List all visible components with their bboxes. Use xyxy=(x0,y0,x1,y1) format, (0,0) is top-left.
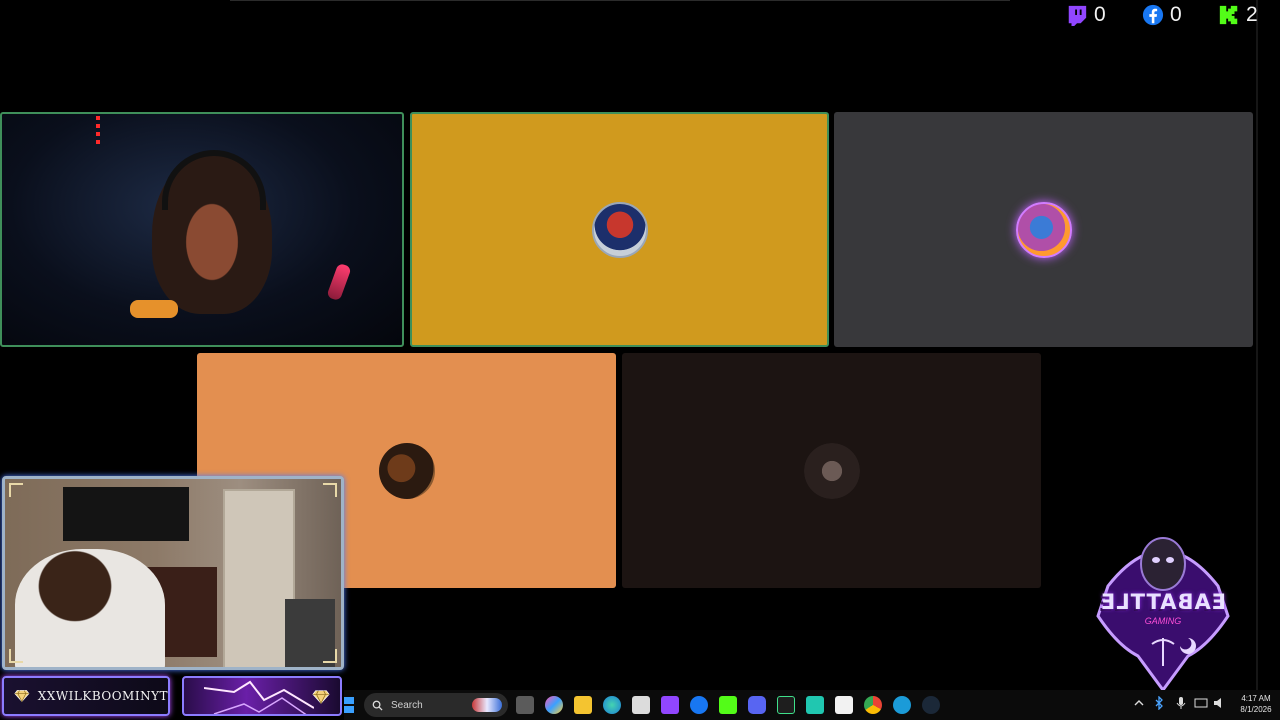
channel-logo: EABATTLE GAMING xyxy=(1088,526,1238,693)
streamer-video xyxy=(15,549,165,667)
task-view-icon[interactable] xyxy=(516,696,534,714)
microphone xyxy=(326,262,352,302)
frame-corner xyxy=(323,649,337,663)
participant-avatar xyxy=(591,201,648,258)
facebook-count: 0 xyxy=(1170,3,1182,26)
frame-corner xyxy=(9,483,23,497)
chrome-icon[interactable] xyxy=(864,696,882,714)
streamer-nameplate: XXWILKBOOMINYT xyxy=(2,676,170,716)
facebook-icon xyxy=(1142,4,1164,26)
streamer-username: XXWILKBOOMINYT xyxy=(37,689,168,703)
participant-avatar xyxy=(803,442,860,499)
copilot-icon[interactable] xyxy=(545,696,563,714)
top-divider xyxy=(230,0,1010,1)
volume-icon[interactable] xyxy=(1212,696,1226,710)
obs-icon[interactable] xyxy=(806,696,824,714)
facebook-app-icon[interactable] xyxy=(690,696,708,714)
twitch-app-icon[interactable] xyxy=(661,696,679,714)
participant-tile-dark[interactable] xyxy=(622,353,1041,588)
app-a-icon[interactable] xyxy=(777,696,795,714)
browser-icon[interactable] xyxy=(893,696,911,714)
wall-tv xyxy=(63,487,189,541)
participant-avatar xyxy=(378,442,435,499)
clock-time: 4:17 AM xyxy=(1241,694,1271,703)
participant-avatar xyxy=(1015,201,1072,258)
network-icon[interactable] xyxy=(1194,696,1208,710)
clock-date: 8/1/2026 xyxy=(1240,705,1272,714)
headset xyxy=(162,150,266,210)
logo-text: EABATTLE xyxy=(1099,590,1227,614)
logo-subtext: GAMING xyxy=(1144,616,1182,626)
shirt-logo xyxy=(130,300,178,318)
lightning-icon xyxy=(204,680,314,714)
tiktok-live-icon[interactable] xyxy=(835,696,853,714)
participant-tile-gray[interactable] xyxy=(834,112,1253,347)
kick-viewer-counter: 2 xyxy=(1218,2,1258,28)
system-clock[interactable]: 4:17 AM 8/1/2026 xyxy=(1234,693,1278,715)
file-explorer-icon[interactable] xyxy=(574,696,592,714)
store-icon[interactable] xyxy=(632,696,650,714)
search-highlight-icon xyxy=(472,698,502,712)
search-placeholder: Search xyxy=(391,699,423,711)
participant-video-tile[interactable] xyxy=(0,112,404,347)
edge-icon[interactable] xyxy=(603,696,621,714)
diamond-icon xyxy=(14,690,30,703)
diamond-icon xyxy=(312,690,330,705)
kick-app-icon[interactable] xyxy=(719,696,737,714)
twitch-icon xyxy=(1068,5,1087,26)
frame-corner xyxy=(323,483,337,497)
chevron-up-icon[interactable] xyxy=(1132,696,1146,710)
twitch-count: 0 xyxy=(1094,3,1106,26)
facecam-overlay xyxy=(2,476,344,670)
window-edge xyxy=(1256,0,1258,690)
facebook-viewer-counter: 0 xyxy=(1142,2,1182,28)
kick-count: 2 xyxy=(1246,3,1258,26)
bluetooth-icon[interactable] xyxy=(1152,696,1166,710)
steam-icon[interactable] xyxy=(922,696,940,714)
taskbar: Search 4:17 AM 8/1/2026 xyxy=(344,690,1280,720)
twitch-viewer-counter: 0 xyxy=(1066,2,1106,28)
participant-tile-gold[interactable] xyxy=(410,112,829,347)
kick-icon xyxy=(1219,5,1238,25)
discord-icon[interactable] xyxy=(748,696,766,714)
microphone-icon[interactable] xyxy=(1174,696,1188,710)
search-icon xyxy=(372,700,383,711)
lightning-banner xyxy=(182,676,342,716)
frame-corner xyxy=(9,649,23,663)
taskbar-search[interactable]: Search xyxy=(364,693,508,717)
background-lights xyxy=(96,116,100,146)
start-button[interactable] xyxy=(344,697,354,713)
